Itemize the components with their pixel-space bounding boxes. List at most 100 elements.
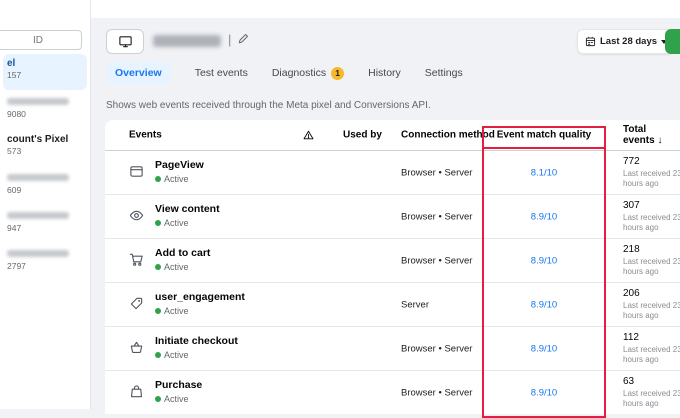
event-match-quality-link[interactable]: 8.9/10	[482, 211, 606, 222]
column-header-event-match-quality: Event match quality	[496, 129, 592, 141]
connection-method: Browser • Server	[401, 343, 473, 354]
tab-history[interactable]: History	[368, 67, 401, 79]
pixel-id: 609	[7, 185, 22, 195]
name-divider: |	[228, 32, 232, 47]
event-match-quality-link[interactable]: 8.9/10	[482, 343, 606, 354]
event-cell: Add to cart Active	[155, 247, 210, 272]
pixel-list-item[interactable]: count's Pixel 573	[3, 130, 87, 166]
date-range-dropdown[interactable]: Last 28 days	[577, 29, 676, 54]
active-status-dot	[155, 220, 161, 226]
active-status-dot	[155, 176, 161, 182]
pixel-list-item[interactable]: 609	[3, 168, 87, 204]
event-name: Add to cart	[155, 247, 211, 259]
event-match-quality-link[interactable]: 8.9/10	[482, 299, 606, 310]
pixel-name-redacted	[7, 98, 69, 105]
last-received-label: Last received 23 hours ago	[623, 213, 680, 233]
connection-method: Browser • Server	[401, 387, 473, 398]
table-header-row: Events Used by Connection method Event m…	[105, 120, 680, 151]
event-cell: View content Active	[155, 203, 220, 228]
event-cell: user_engagement Active	[155, 291, 245, 316]
active-status-dot	[155, 396, 161, 402]
event-status: Active	[155, 174, 204, 184]
event-match-quality-link[interactable]: 8.9/10	[482, 387, 606, 398]
tab-label: Overview	[115, 67, 162, 79]
pixel-id: 2797	[7, 261, 26, 271]
total-events-cell: 63 Last received 23 hours ago	[623, 376, 680, 410]
primary-action-button[interactable]	[665, 29, 680, 54]
status-label: Active	[164, 350, 189, 360]
pixel-list-item[interactable]: el 157	[3, 54, 87, 90]
pixel-list-item[interactable]: 9080	[3, 92, 87, 128]
events-table: Events Used by Connection method Event m…	[105, 120, 680, 414]
event-status: Active	[155, 306, 245, 316]
total-events-value: 63	[623, 376, 635, 387]
pixel-name: el	[7, 58, 16, 69]
table-row[interactable]: Add to cart Active Browser • Server 8.9/…	[105, 239, 680, 283]
sidebar-search-input[interactable]	[0, 30, 82, 50]
edit-name-button[interactable]	[237, 33, 249, 45]
events-description: Shows web events received through the Me…	[106, 100, 431, 111]
table-row[interactable]: PageView Active Browser • Server 8.1/10 …	[105, 151, 680, 195]
tab-diagnostics[interactable]: Diagnostics 1	[271, 66, 345, 80]
table-row[interactable]: View content Active Browser • Server 8.9…	[105, 195, 680, 239]
last-received-label: Last received 23 hours ago	[623, 389, 680, 409]
column-header-total-events[interactable]: Total events ↓	[623, 124, 680, 146]
calendar-icon	[585, 36, 596, 47]
total-events-cell: 218 Last received 23 hours ago	[623, 244, 680, 278]
event-match-quality-link[interactable]: 8.9/10	[482, 255, 606, 266]
status-label: Active	[164, 174, 189, 184]
warning-icon	[303, 130, 314, 141]
diagnostics-badge: 1	[331, 66, 345, 80]
pixel-name-redacted	[153, 35, 221, 47]
event-cell: Purchase Active	[155, 379, 202, 404]
tab-settings[interactable]: Settings	[425, 67, 463, 79]
connection-method: Browser • Server	[401, 167, 473, 178]
monitor-icon	[118, 34, 133, 49]
tab-label: History	[368, 67, 401, 79]
pixel-name-redacted	[7, 174, 69, 181]
table-row[interactable]: Purchase Active Browser • Server 8.9/10 …	[105, 371, 680, 414]
event-name: View content	[155, 203, 220, 215]
total-events-value: 112	[623, 332, 639, 343]
pixel-id: 9080	[7, 109, 26, 119]
column-header-used-by: Used by	[343, 129, 382, 141]
bag-icon	[129, 384, 144, 399]
column-header-events: Events	[129, 129, 162, 141]
pixel-list-item[interactable]: 947	[3, 206, 87, 242]
connection-method: Server	[401, 299, 429, 310]
active-status-dot	[155, 308, 161, 314]
pixel-sidebar: el 157 9080 count's Pixel 573 609 947 27…	[0, 0, 91, 409]
event-status: Active	[155, 350, 238, 360]
status-label: Active	[164, 394, 189, 404]
tab-label: Diagnostics	[271, 67, 327, 79]
table-row[interactable]: Initiate checkout Active Browser • Serve…	[105, 327, 680, 371]
event-name: Initiate checkout	[155, 335, 238, 347]
pixel-list-item[interactable]: 2797	[3, 244, 87, 280]
cart-icon	[129, 252, 144, 267]
total-events-cell: 206 Last received 23 hours ago	[623, 288, 680, 322]
event-name: PageView	[155, 159, 204, 171]
custom-event-icon	[129, 296, 144, 311]
table-row[interactable]: user_engagement Active Server 8.9/10 206…	[105, 283, 680, 327]
status-label: Active	[164, 218, 189, 228]
event-cell: PageView Active	[155, 159, 204, 184]
event-status: Active	[155, 394, 202, 404]
connection-method: Browser • Server	[401, 255, 473, 266]
tab-overview[interactable]: Overview	[106, 62, 171, 84]
event-match-quality-link[interactable]: 8.1/10	[482, 167, 606, 178]
pixel-name-redacted	[7, 212, 69, 219]
tab-test-events[interactable]: Test events	[195, 67, 248, 79]
eye-icon	[129, 208, 144, 223]
total-events-cell: 112 Last received 23 hours ago	[623, 332, 680, 366]
pixel-name: count's Pixel	[7, 134, 69, 145]
event-status: Active	[155, 262, 210, 272]
event-status: Active	[155, 218, 220, 228]
pixel-type-button[interactable]	[106, 29, 144, 54]
date-range-label: Last 28 days	[600, 36, 658, 47]
basket-icon	[129, 340, 144, 355]
last-received-label: Last received 23 hours ago	[623, 169, 680, 189]
last-received-label: Last received 23 hours ago	[623, 345, 680, 365]
column-header-connection-method: Connection method	[401, 129, 495, 141]
total-events-value: 218	[623, 244, 640, 255]
tab-label: Settings	[424, 67, 463, 79]
